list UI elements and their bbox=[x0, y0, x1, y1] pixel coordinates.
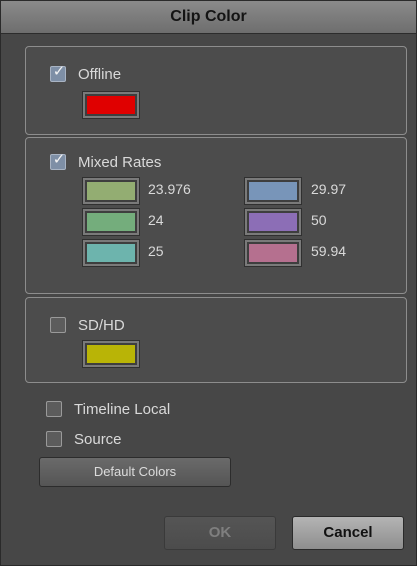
rate-swatch-24[interactable] bbox=[82, 208, 140, 236]
rate-label-25: 25 bbox=[148, 243, 164, 259]
sdhd-group: SD/HD bbox=[25, 297, 407, 383]
rate-label-23976: 23.976 bbox=[148, 181, 191, 197]
source-checkbox[interactable] bbox=[46, 431, 62, 447]
mixed-rates-label: Mixed Rates bbox=[78, 153, 162, 171]
rate-swatch-23976[interactable] bbox=[82, 177, 140, 205]
mixed-rates-checkbox[interactable]: ✓ bbox=[50, 151, 66, 170]
source-checkbox-row[interactable]: Source bbox=[46, 428, 122, 450]
checkmark-icon: ✓ bbox=[52, 63, 66, 80]
rate-color-fill bbox=[249, 244, 297, 262]
rate-swatch-2997[interactable] bbox=[244, 177, 302, 205]
checkmark-icon: ✓ bbox=[52, 151, 66, 168]
offline-color-swatch[interactable] bbox=[82, 91, 140, 119]
rate-swatch-25[interactable] bbox=[82, 239, 140, 267]
rate-color-fill bbox=[87, 244, 135, 262]
timeline-local-checkbox-row[interactable]: Timeline Local bbox=[46, 398, 170, 420]
sdhd-checkbox-row[interactable]: SD/HD bbox=[50, 314, 125, 336]
rate-swatch-50[interactable] bbox=[244, 208, 302, 236]
rate-color-fill bbox=[249, 213, 297, 231]
rate-label-50: 50 bbox=[311, 212, 327, 228]
rate-label-2997: 29.97 bbox=[311, 181, 347, 197]
mixed-rates-checkbox-row[interactable]: ✓ Mixed Rates bbox=[50, 151, 161, 173]
sdhd-color-fill bbox=[87, 345, 135, 363]
ok-button[interactable]: OK bbox=[164, 516, 276, 550]
rate-label-5994: 59.94 bbox=[311, 243, 347, 259]
offline-label: Offline bbox=[78, 65, 122, 83]
mixed-rates-group: ✓ Mixed Rates 23.976 24 25 29.97 50 59.9… bbox=[25, 137, 407, 294]
rate-color-fill bbox=[87, 213, 135, 231]
dialog-title: Clip Color bbox=[170, 8, 247, 25]
offline-color-fill bbox=[87, 96, 135, 114]
default-colors-button[interactable]: Default Colors bbox=[39, 457, 231, 487]
clip-color-dialog: Clip Color ✓ Offline ✓ Mixed Rates 23.97… bbox=[0, 0, 417, 566]
rate-swatch-5994[interactable] bbox=[244, 239, 302, 267]
source-label: Source bbox=[74, 430, 122, 448]
timeline-local-label: Timeline Local bbox=[74, 400, 171, 418]
sdhd-checkbox[interactable] bbox=[50, 317, 66, 333]
offline-checkbox[interactable]: ✓ bbox=[50, 63, 66, 82]
rate-color-fill bbox=[87, 182, 135, 200]
timeline-local-checkbox[interactable] bbox=[46, 401, 62, 417]
rate-color-fill bbox=[249, 182, 297, 200]
sdhd-label: SD/HD bbox=[78, 316, 125, 334]
rate-label-24: 24 bbox=[148, 212, 164, 228]
sdhd-color-swatch[interactable] bbox=[82, 340, 140, 368]
offline-checkbox-row[interactable]: ✓ Offline bbox=[50, 63, 121, 85]
offline-group: ✓ Offline bbox=[25, 46, 407, 135]
cancel-button[interactable]: Cancel bbox=[292, 516, 404, 550]
dialog-title-bar[interactable]: Clip Color bbox=[1, 1, 416, 34]
